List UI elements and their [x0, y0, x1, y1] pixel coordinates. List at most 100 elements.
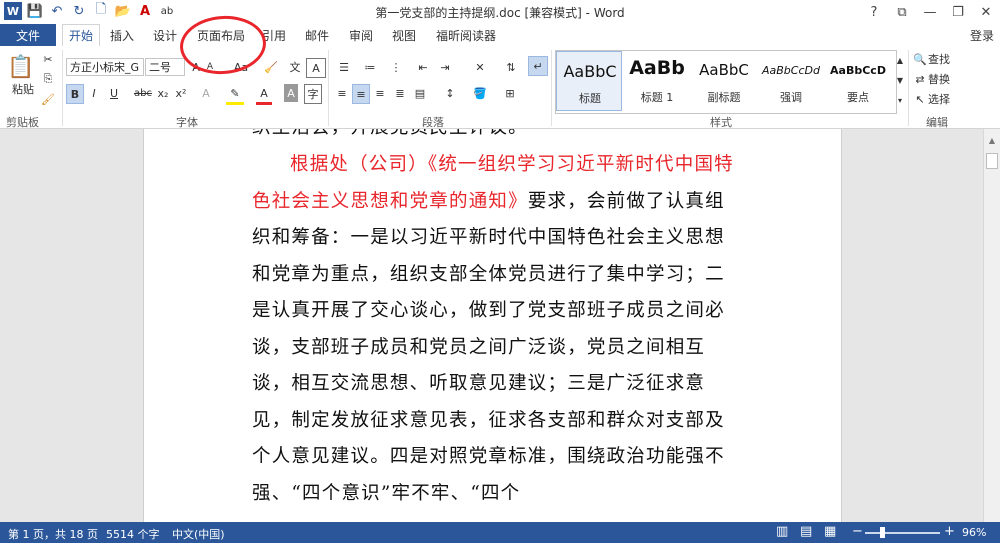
- underline-button[interactable]: U: [106, 84, 122, 102]
- style-sample: AaBbC: [563, 62, 617, 81]
- tab-review[interactable]: 审阅: [349, 24, 373, 46]
- paragraph-text: 要求，会前做了认真组织和筹备：一是以习近平新时代中国特色社会主义思想和党章为重点…: [252, 190, 725, 504]
- highlight-icon[interactable]: ✎: [226, 84, 244, 105]
- ribbon-display-icon[interactable]: ⧉: [888, 0, 916, 24]
- char-border-icon[interactable]: A: [306, 58, 326, 78]
- tab-mailings[interactable]: 邮件: [305, 24, 329, 46]
- zoom-slider[interactable]: [865, 532, 940, 534]
- previous-line-text: 织生活会，开展党员民主评议。: [252, 129, 740, 139]
- bold-button[interactable]: B: [66, 84, 84, 104]
- style-sample: AaBbCcDd: [762, 64, 820, 77]
- tab-view[interactable]: 视图: [392, 24, 416, 46]
- replace-button[interactable]: 替换: [928, 70, 964, 88]
- style-name: 标题: [579, 92, 601, 105]
- justify-button[interactable]: ≣: [392, 84, 408, 102]
- style-sample: AaBbCcD: [830, 64, 886, 77]
- chinese-layout-icon[interactable]: ✕: [470, 58, 490, 76]
- increase-indent-icon[interactable]: ⇥: [436, 58, 454, 76]
- tab-design[interactable]: 设计: [153, 24, 177, 46]
- distributed-button[interactable]: ▤: [412, 84, 428, 102]
- style-name: 标题 1: [640, 91, 674, 104]
- zoom-slider-thumb[interactable]: [880, 527, 885, 538]
- title-bar: W 💾 ↶ ↻ 🗋 📂 A ab 第一党支部的主持提纲.doc [兼容模式] -…: [0, 0, 1000, 24]
- help-button[interactable]: ?: [860, 0, 888, 24]
- zoom-out-icon[interactable]: −: [852, 524, 863, 539]
- style-title[interactable]: AaBbC 标题: [556, 51, 622, 111]
- styles-more-icon[interactable]: ▾: [895, 90, 905, 110]
- page-count[interactable]: 第 1 页，共 18 页: [8, 526, 98, 542]
- multilevel-list-icon[interactable]: ⋮: [386, 58, 406, 76]
- char-shading-icon[interactable]: A: [284, 84, 298, 102]
- italic-button[interactable]: I: [86, 84, 102, 102]
- find-button[interactable]: 查找: [928, 50, 964, 68]
- align-right-button[interactable]: ≡: [372, 84, 388, 102]
- shading-icon[interactable]: 🪣: [470, 84, 490, 102]
- login-link[interactable]: 登录: [970, 27, 994, 44]
- styles-scroll-down-icon[interactable]: ▼: [895, 70, 905, 90]
- cut-icon[interactable]: ✂: [40, 50, 56, 68]
- superscript-button[interactable]: x²: [173, 84, 189, 102]
- enclose-char-icon[interactable]: 字: [304, 84, 322, 104]
- strikethrough-button[interactable]: abc: [132, 84, 154, 102]
- vertical-scrollbar[interactable]: ▲: [983, 129, 1000, 522]
- web-layout-icon[interactable]: ▦: [824, 524, 836, 539]
- tab-file[interactable]: 文件: [0, 24, 56, 46]
- subscript-button[interactable]: x₂: [155, 84, 171, 102]
- zoom-level[interactable]: 96%: [962, 526, 986, 539]
- style-subtitle[interactable]: AaBbC 副标题: [691, 51, 757, 111]
- paste-icon[interactable]: 📋: [6, 50, 36, 84]
- copy-icon[interactable]: ⎘: [40, 70, 56, 88]
- window-title: 第一党支部的主持提纲.doc [兼容模式] - Word: [375, 6, 625, 20]
- font-family-combo[interactable]: 方正小标宋_G: [66, 58, 144, 76]
- borders-icon[interactable]: ⊞: [500, 84, 520, 102]
- paste-label[interactable]: 粘贴: [6, 80, 40, 98]
- find-icon[interactable]: 🔍: [912, 50, 928, 68]
- bullets-icon[interactable]: ☰: [334, 58, 354, 76]
- close-button[interactable]: ✕: [972, 0, 1000, 24]
- clear-format-icon[interactable]: 🧹: [262, 58, 280, 76]
- language-indicator[interactable]: 中文(中国): [172, 526, 225, 542]
- select-button[interactable]: 选择: [928, 90, 964, 108]
- align-left-button[interactable]: ≡: [334, 84, 350, 102]
- minimize-button[interactable]: —: [916, 0, 944, 24]
- numbering-icon[interactable]: ≔: [360, 58, 380, 76]
- line-spacing-icon[interactable]: ↕: [440, 84, 460, 102]
- text-effects-icon[interactable]: A: [198, 84, 214, 102]
- status-bar: 第 1 页，共 18 页 5514 个字 中文(中国) ▥ ▤ ▦ − + 96…: [0, 522, 1000, 543]
- print-layout-icon[interactable]: ▤: [800, 524, 812, 539]
- document-page[interactable]: 织生活会，开展党员民主评议。 根据处（公司）《统一组织学习习近平新时代中国特色社…: [143, 129, 842, 522]
- style-strong[interactable]: AaBbCcD 要点: [825, 51, 891, 111]
- decrease-indent-icon[interactable]: ⇤: [414, 58, 432, 76]
- scroll-thumb[interactable]: [986, 153, 998, 169]
- read-mode-icon[interactable]: ▥: [776, 524, 788, 539]
- align-center-button[interactable]: ≡: [352, 84, 370, 104]
- styles-scroll-up-icon[interactable]: ▲: [895, 50, 905, 70]
- tab-foxit-reader[interactable]: 福昕阅读器: [436, 24, 496, 46]
- select-icon[interactable]: ↖: [912, 90, 928, 108]
- group-divider: [908, 50, 909, 126]
- scroll-up-icon[interactable]: ▲: [987, 131, 997, 149]
- show-marks-button[interactable]: ↵: [528, 56, 548, 76]
- style-sample: AaBbC: [699, 61, 749, 79]
- word-count[interactable]: 5514 个字: [106, 526, 160, 542]
- styles-group-label: 样式: [710, 116, 732, 129]
- body-paragraph[interactable]: 根据处（公司）《统一组织学习习近平新时代中国特色社会主义思想和党章的通知》要求，…: [252, 147, 740, 512]
- replace-icon[interactable]: ⇄: [912, 70, 928, 88]
- format-painter-icon[interactable]: 🖌: [40, 90, 56, 108]
- phonetic-guide-icon[interactable]: 文: [286, 58, 304, 76]
- style-emphasis[interactable]: AaBbCcDd 强调: [758, 51, 824, 111]
- restore-button[interactable]: ❐: [944, 0, 972, 24]
- sort-icon[interactable]: ⇅: [502, 58, 520, 76]
- ribbon-tabs: 文件 开始 插入 设计 页面布局 引用 邮件 审阅 视图 福昕阅读器 登录: [0, 24, 1000, 47]
- editing-group-label: 编辑: [926, 116, 948, 129]
- font-color-button[interactable]: A: [256, 84, 272, 105]
- style-name: 要点: [847, 91, 869, 104]
- clipboard-group-label: 剪贴板: [6, 116, 39, 129]
- font-group-label: 字体: [176, 116, 198, 129]
- style-heading-1[interactable]: AaBb 标题 1: [624, 51, 690, 111]
- font-size-combo[interactable]: 二号: [145, 58, 185, 76]
- ribbon-home: 📋 粘贴 ✂ ⎘ 🖌 剪贴板 方正小标宋_G 二号 A A Aa 🧹 文 A B…: [0, 46, 1000, 129]
- tab-insert[interactable]: 插入: [110, 24, 134, 46]
- tab-home[interactable]: 开始: [62, 24, 101, 47]
- zoom-in-icon[interactable]: +: [944, 524, 955, 539]
